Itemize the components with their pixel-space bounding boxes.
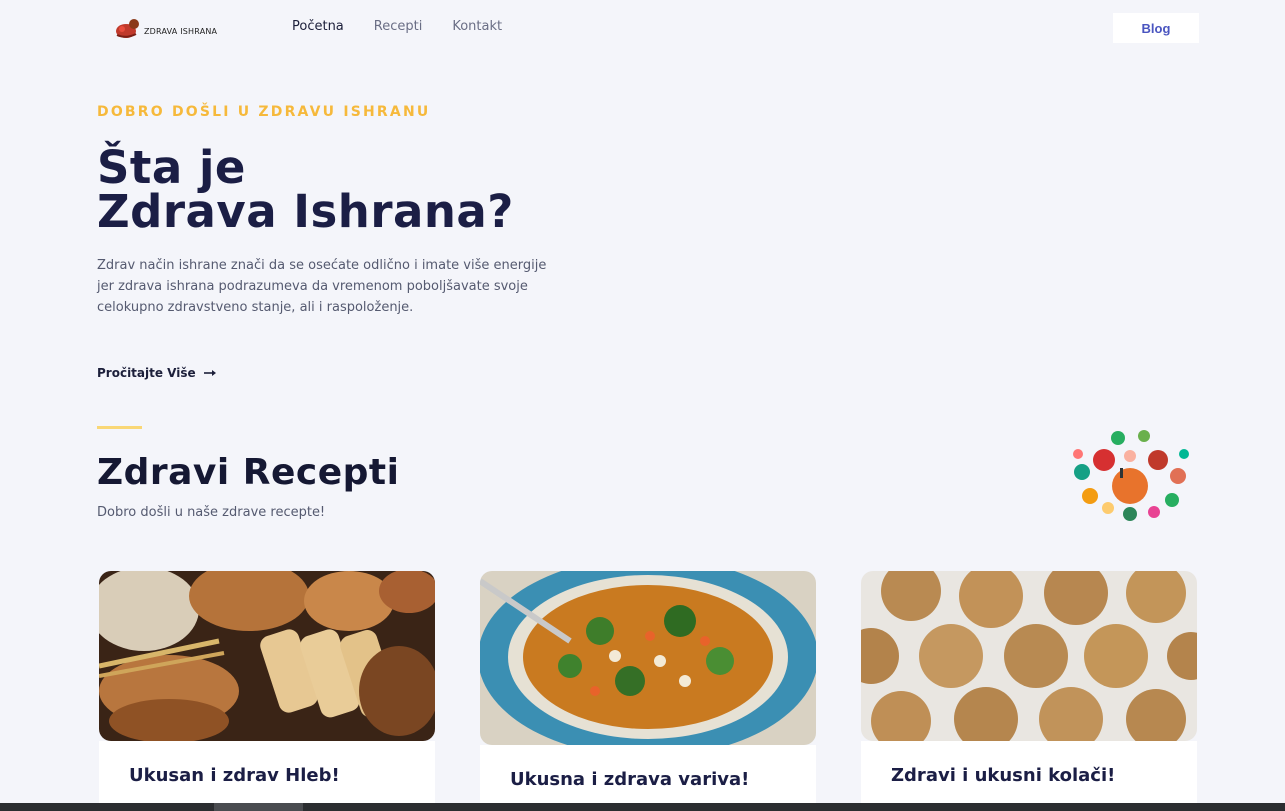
recipe-card-body: Ukusna i zdrava variva! (480, 745, 816, 811)
recipe-card-body: Ukusan i zdrav Hleb! (99, 741, 435, 811)
hero-title: Šta je Zdrava Ishrana? (97, 141, 697, 238)
top-nav: ZDRAVA ISHRANA Početna Recepti Kontakt B… (0, 0, 1285, 56)
recipe-card-cookies[interactable]: Zdravi i ukusni kolači! (861, 571, 1197, 811)
hero-description: Zdrav način ishrane znači da se osećate … (97, 258, 547, 315)
section-title: Zdravi Recepti (97, 452, 400, 493)
hero-eyebrow: DOBRO DOŠLI U ZDRAVU ISHRANU (97, 104, 431, 120)
hero-title-line1: Šta je (97, 141, 246, 194)
horizontal-scrollbar[interactable] (0, 803, 1285, 811)
logo-text: ZDRAVA ISHRANA (144, 26, 218, 36)
recipe-card-bread[interactable]: Ukusan i zdrav Hleb! (99, 571, 435, 811)
hero-title-line2: Zdrava Ishrana? (97, 185, 514, 238)
recipe-card-title[interactable]: Zdravi i ukusni kolači! (891, 765, 1167, 786)
nav-link-kontakt[interactable]: Kontakt (452, 19, 502, 34)
blog-button[interactable]: Blog (1113, 13, 1199, 43)
recipe-image-stew (480, 571, 816, 745)
section-accent-line (97, 426, 142, 429)
site-logo[interactable]: ZDRAVA ISHRANA (114, 16, 217, 40)
vegetable-circle-illustration (1073, 430, 1189, 521)
recipe-image-bread (99, 571, 435, 741)
recipe-image-cookies (861, 571, 1197, 741)
nav-links: Početna Recepti Kontakt (292, 19, 502, 34)
recipe-card-body: Zdravi i ukusni kolači! (861, 741, 1197, 811)
nav-link-recepti[interactable]: Recepti (374, 19, 423, 34)
section-subtitle: Dobro došli u naše zdrave recepte! (97, 505, 326, 520)
logo-mark-icon (116, 19, 139, 38)
read-more-link[interactable]: Pročitajte Više (97, 366, 216, 380)
nav-link-pocetna[interactable]: Početna (292, 19, 344, 34)
recipe-card-title[interactable]: Ukusna i zdrava variva! (510, 769, 786, 790)
recipe-card-stew[interactable]: Ukusna i zdrava variva! (480, 571, 816, 811)
recipe-card-title[interactable]: Ukusan i zdrav Hleb! (129, 765, 405, 786)
arrow-right-icon (203, 370, 216, 376)
scrollbar-thumb[interactable] (214, 803, 303, 811)
read-more-label: Pročitajte Više (97, 366, 196, 380)
